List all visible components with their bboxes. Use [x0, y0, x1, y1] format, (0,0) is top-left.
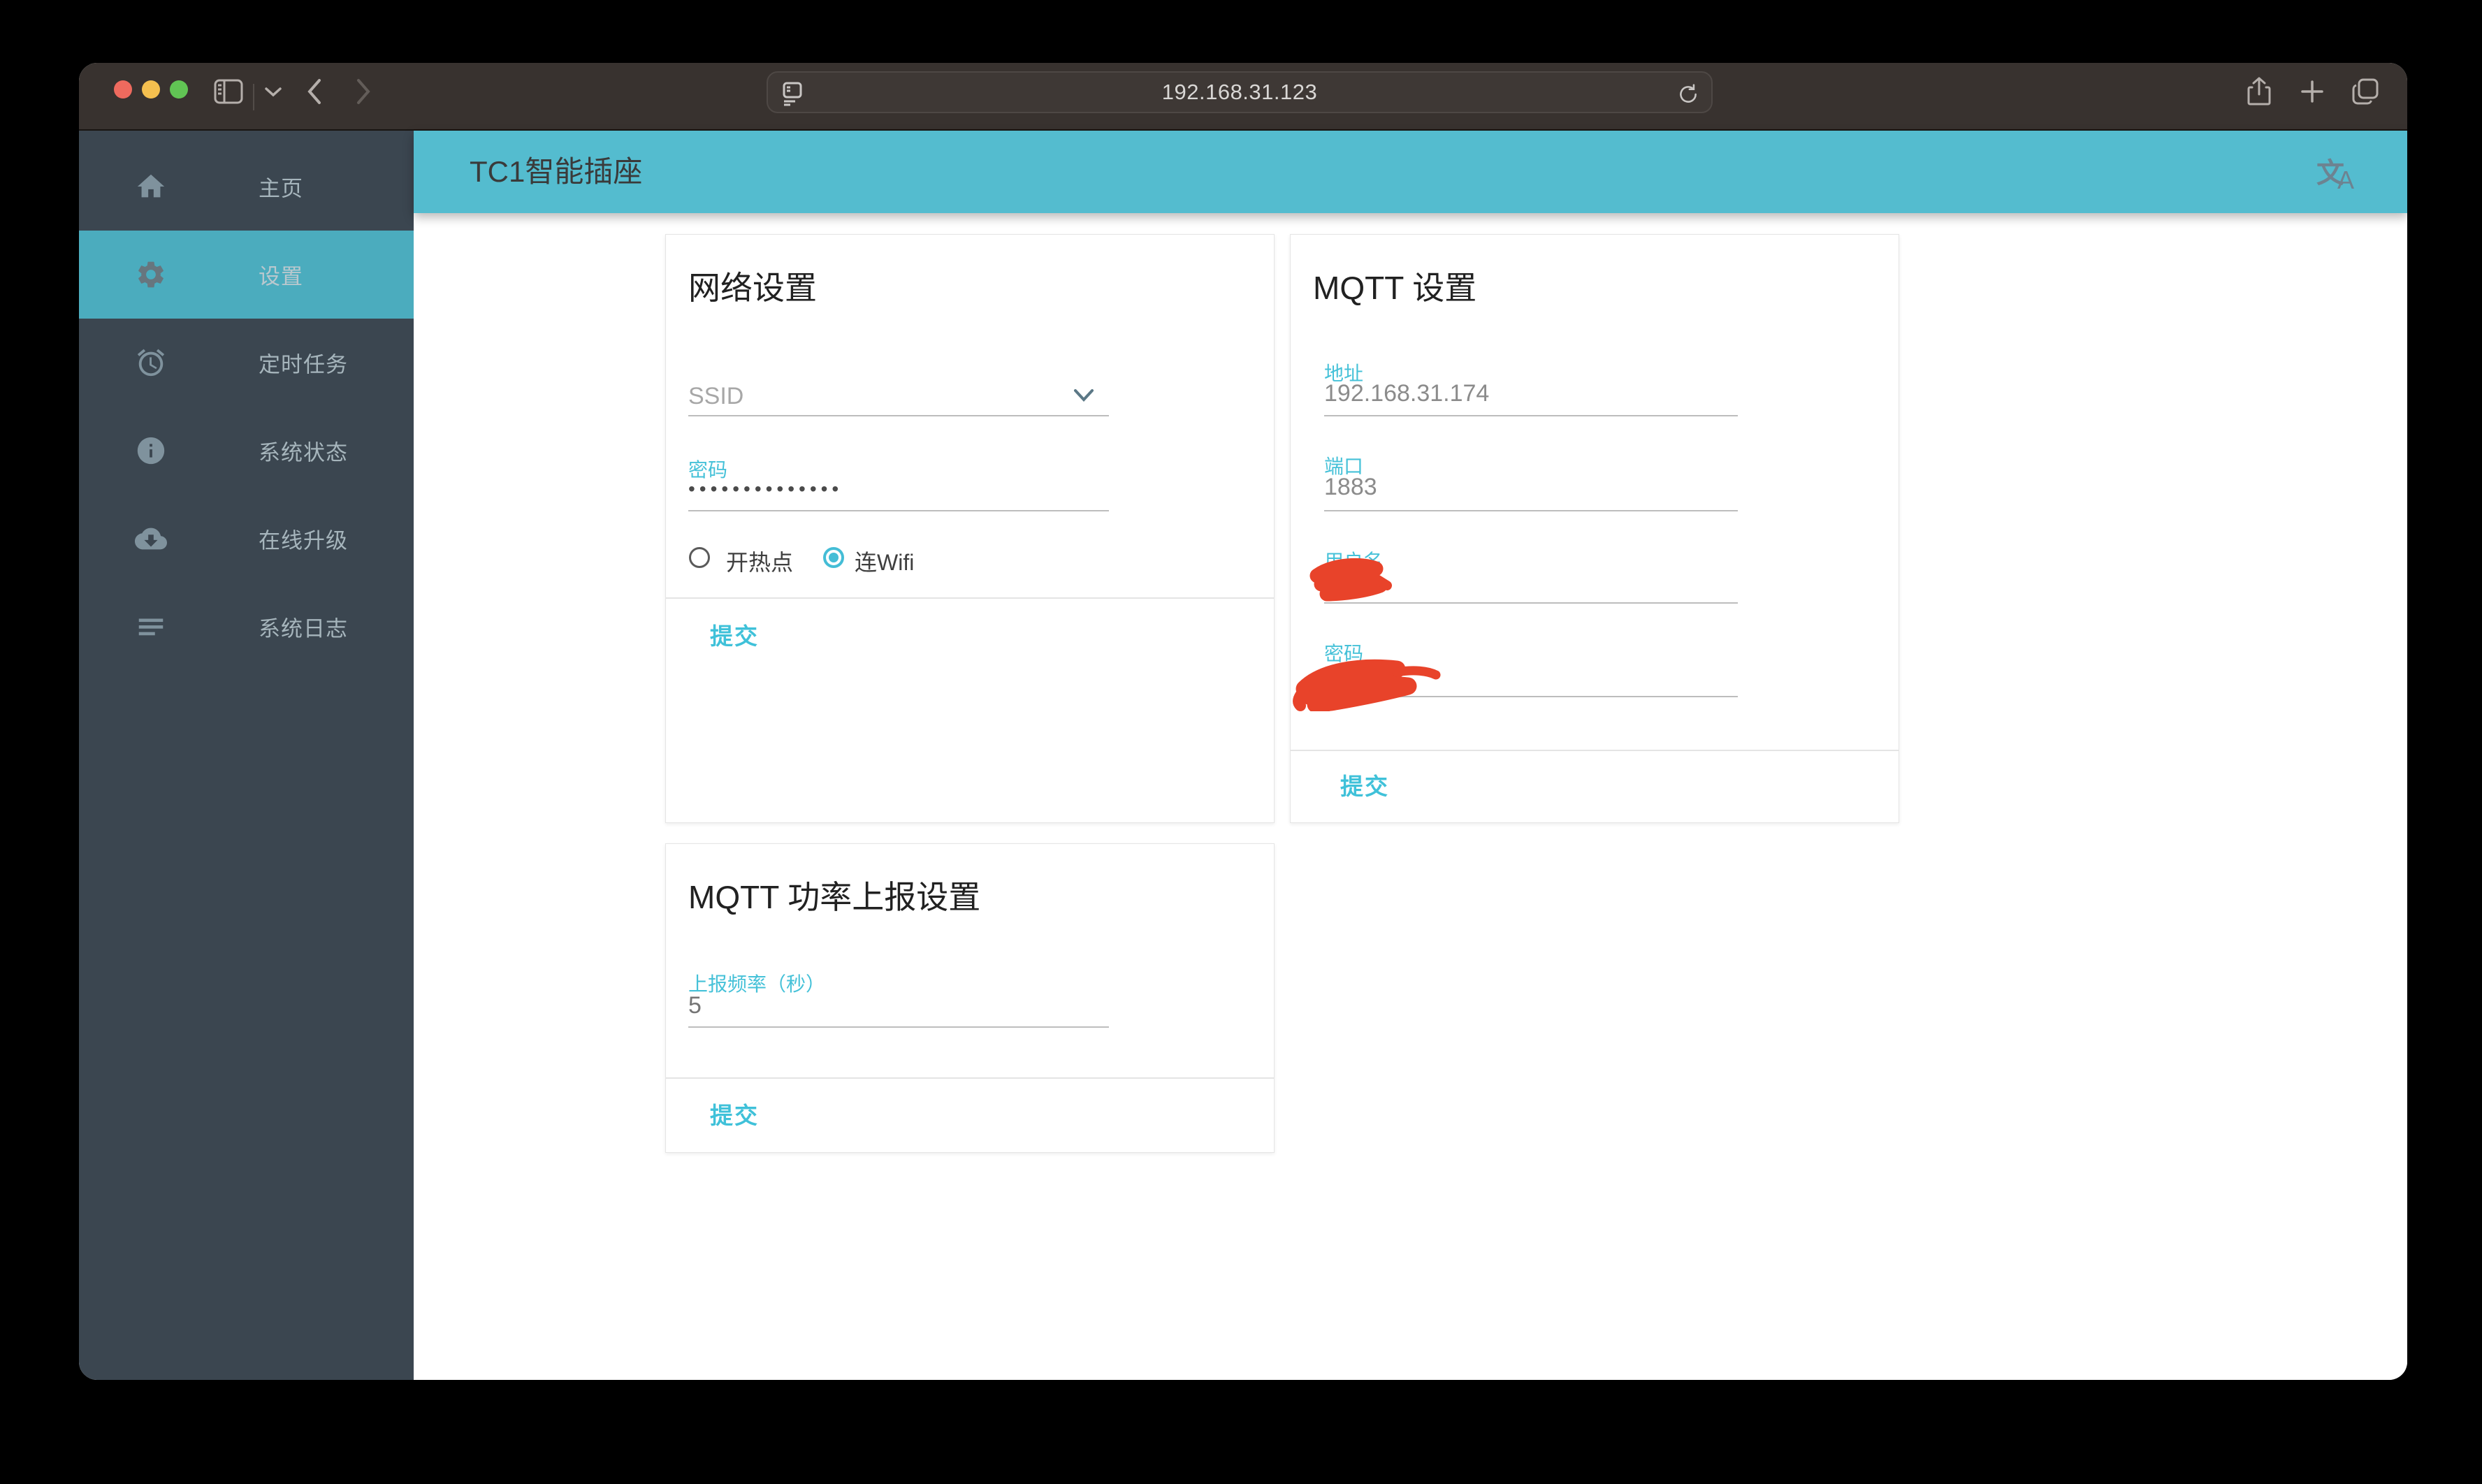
- sidebar-item-system-status[interactable]: 系统状态: [79, 407, 414, 495]
- report-frequency-label: 上报频率（秒）: [688, 973, 826, 995]
- gear-icon: [135, 259, 167, 291]
- mqtt-settings-card: MQTT 设置 地址 192.168.31.174 端口 1883 用户名 密码: [1290, 234, 1899, 823]
- chevron-down-icon[interactable]: [1071, 387, 1096, 407]
- tab-overview-button[interactable]: [2347, 74, 2383, 110]
- mqtt-power-report-card: MQTT 功率上报设置 上报频率（秒） 5 提交: [665, 843, 1275, 1153]
- close-window-button[interactable]: [114, 80, 132, 99]
- card-divider: [1291, 750, 1899, 751]
- sidebar-item-label: 系统日志: [259, 616, 348, 641]
- forward-chevron-icon: [355, 78, 372, 108]
- report-frequency-input[interactable]: 5: [688, 992, 702, 1019]
- alarm-icon: [135, 347, 167, 379]
- wifi-password-input[interactable]: ••••••••••••••: [688, 478, 843, 500]
- log-lines-icon: [135, 611, 167, 643]
- sidebar-toggle-icon: [213, 78, 244, 107]
- card-title: MQTT 功率上报设置: [688, 879, 981, 915]
- minimize-window-button[interactable]: [142, 80, 160, 99]
- sidebar-item-label: 系统状态: [259, 440, 348, 465]
- info-icon: [135, 435, 167, 467]
- url-text: 192.168.31.123: [1161, 80, 1318, 104]
- tabs-overview-icon: [2351, 77, 2380, 108]
- zoom-window-button[interactable]: [170, 80, 188, 99]
- ssid-select[interactable]: SSID: [688, 383, 743, 410]
- cloud-download-icon: [135, 523, 167, 555]
- password-underline: [688, 510, 1109, 511]
- hotspot-radio-label[interactable]: 开热点: [726, 545, 793, 577]
- ssid-underline: [688, 415, 1109, 416]
- mqtt-submit-button[interactable]: 提交: [1340, 768, 1389, 801]
- sidebar-toggle-button[interactable]: [210, 74, 247, 110]
- mqtt-address-input[interactable]: 192.168.31.174: [1324, 380, 1489, 407]
- page-format-icon[interactable]: [781, 81, 804, 110]
- mqtt-username-label: 用户名: [1324, 551, 1384, 572]
- sidebar-item-label: 定时任务: [259, 352, 348, 377]
- back-chevron-icon: [306, 78, 323, 108]
- sidebar-item-home[interactable]: 主页: [79, 143, 414, 231]
- share-icon: [2247, 76, 2272, 109]
- card-divider: [666, 597, 1274, 599]
- address-underline: [1324, 415, 1738, 416]
- tab-group-chevron-button[interactable]: [255, 74, 291, 110]
- wifi-mode-radio-group: 开热点 连Wifi: [666, 545, 1274, 575]
- safari-window: 192.168.31.123 主页 设置 定时任务 系统状态 在线升级 系统日志…: [79, 63, 2407, 1380]
- toolbar-divider: [253, 84, 254, 110]
- reload-icon[interactable]: [1676, 82, 1700, 110]
- chevron-down-icon: [264, 86, 282, 99]
- sidebar-item-online-upgrade[interactable]: 在线升级: [79, 495, 414, 583]
- mqtt-password-underline: [1324, 696, 1738, 697]
- traffic-lights: [114, 80, 188, 99]
- port-underline: [1324, 510, 1738, 511]
- app-header: TC1智能插座 文 A: [414, 131, 2407, 213]
- wifi-radio[interactable]: [823, 547, 844, 568]
- address-bar[interactable]: 192.168.31.123: [767, 71, 1713, 113]
- sidebar-item-label: 在线升级: [259, 528, 348, 553]
- password-redaction-scribble: [1293, 659, 1441, 711]
- page-title: TC1智能插座: [470, 155, 643, 188]
- power-submit-button[interactable]: 提交: [710, 1097, 759, 1130]
- plus-icon: [2300, 79, 2325, 106]
- card-divider: [666, 1077, 1274, 1079]
- forward-button[interactable]: [345, 74, 382, 110]
- sidebar-item-system-log[interactable]: 系统日志: [79, 583, 414, 671]
- share-button[interactable]: [2241, 74, 2277, 110]
- frequency-underline: [688, 1026, 1109, 1028]
- sidebar: 主页 设置 定时任务 系统状态 在线升级 系统日志: [79, 131, 414, 1380]
- home-icon: [135, 170, 167, 203]
- card-title: MQTT 设置: [1313, 270, 1477, 306]
- desktop-background: 192.168.31.123 主页 设置 定时任务 系统状态 在线升级 系统日志…: [0, 0, 2482, 1484]
- mqtt-port-input[interactable]: 1883: [1324, 474, 1377, 501]
- sidebar-item-settings[interactable]: 设置: [79, 231, 414, 319]
- page-content-area: TC1智能插座 文 A 网络设置 SSID 密码 •••••••••••••• …: [414, 131, 2407, 1380]
- wifi-radio-label[interactable]: 连Wifi: [855, 545, 914, 577]
- card-title: 网络设置: [688, 270, 817, 306]
- network-settings-card: 网络设置 SSID 密码 •••••••••••••• 开热点 连Wifi 提交: [665, 234, 1275, 823]
- sidebar-item-label: 设置: [259, 264, 303, 289]
- username-underline: [1324, 602, 1738, 604]
- hotspot-radio[interactable]: [689, 547, 710, 568]
- mqtt-password-label: 密码: [1324, 643, 1364, 664]
- language-toggle-button[interactable]: 文 A: [2316, 150, 2361, 195]
- sidebar-item-scheduled-tasks[interactable]: 定时任务: [79, 319, 414, 407]
- network-submit-button[interactable]: 提交: [710, 618, 759, 651]
- sidebar-item-label: 主页: [259, 176, 303, 201]
- browser-titlebar: 192.168.31.123: [79, 63, 2407, 131]
- new-tab-button[interactable]: [2294, 74, 2330, 110]
- back-button[interactable]: [296, 74, 333, 110]
